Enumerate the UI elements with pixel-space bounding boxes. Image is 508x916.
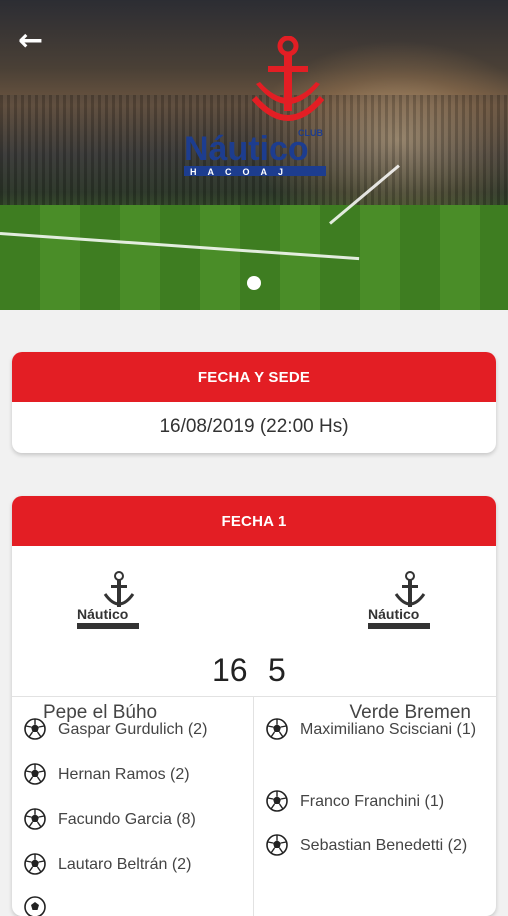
hero-banner: CLUB Náutico HACOAJ [0, 0, 508, 310]
scorer-item: Hernan Ramos (2) [24, 762, 244, 787]
soccer-ball-icon [24, 808, 46, 830]
away-team-logo: Náutico [368, 571, 430, 629]
scorer-item: Franco Franchini (1) [266, 789, 488, 814]
date-venue-header: FECHA Y SEDE [12, 352, 496, 402]
soccer-ball-icon [24, 896, 46, 916]
arrow-left-icon[interactable]: ← [18, 23, 43, 58]
scorer-item: Lautaro Beltrán (2) [24, 852, 244, 877]
soccer-ball-icon [24, 763, 46, 785]
soccer-ball-icon [24, 853, 46, 875]
carousel-indicator-dot[interactable] [247, 276, 261, 290]
svg-text:HACOAJ: HACOAJ [190, 167, 294, 177]
svg-text:Náutico: Náutico [368, 606, 419, 622]
svg-text:Náutico: Náutico [77, 606, 128, 622]
soccer-ball-icon [266, 718, 288, 740]
soccer-ball-icon [266, 790, 288, 812]
soccer-ball-icon [24, 718, 46, 740]
date-venue-card: FECHA Y SEDE 16/08/2019 (22:00 Hs) [12, 352, 496, 453]
club-logo: CLUB Náutico HACOAJ [184, 36, 326, 177]
scorer-item: Gaspar Gurdulich (2) [24, 717, 244, 742]
away-scorers-list: Maximiliano Scisciani (1) Franco Franchi… [254, 697, 496, 916]
match-card: FECHA 1 Náutico 16 5 Náutico Pepe el Búh… [12, 496, 496, 916]
back-button[interactable]: ← [18, 26, 52, 56]
away-score: 5 [268, 652, 286, 688]
football-pitch [0, 205, 508, 310]
scorer-item: Sebastian Benedetti (2) [266, 833, 488, 858]
match-scoreboard: Náutico 16 5 Náutico Pepe el Búho Verde … [12, 546, 496, 723]
scorer-item: Maximiliano Scisciani (1) [266, 717, 488, 742]
home-team-logo: Náutico [77, 571, 139, 629]
svg-text:Náutico: Náutico [184, 130, 309, 168]
match-datetime: 16/08/2019 (22:00 Hs) [159, 416, 349, 437]
soccer-ball-icon [266, 834, 288, 856]
scorer-item: Facundo Garcia (8) [24, 807, 244, 832]
match-round-header: FECHA 1 [12, 496, 496, 546]
home-score: 16 [212, 652, 248, 688]
home-scorers-list: Gaspar Gurdulich (2) Hernan Ramos (2) Fa… [12, 697, 254, 916]
scorers-section: Gaspar Gurdulich (2) Hernan Ramos (2) Fa… [12, 696, 496, 916]
